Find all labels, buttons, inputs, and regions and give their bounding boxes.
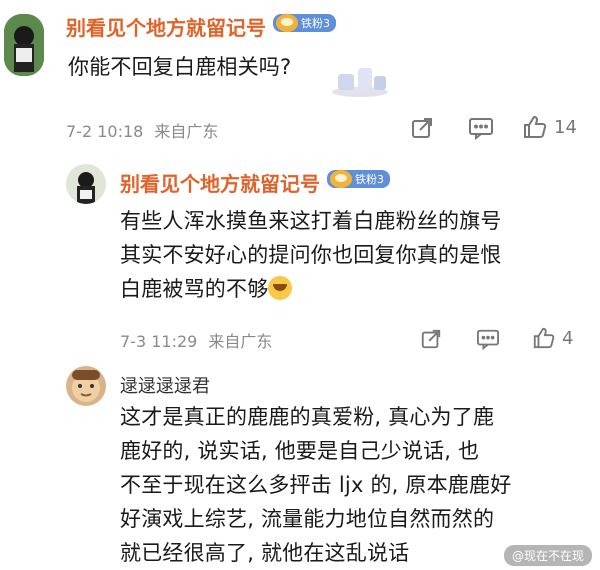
username[interactable]: 逯逯逯逯君: [120, 372, 210, 398]
watermark: @现在不在现: [503, 545, 592, 566]
comment-line: 白鹿被骂的不够: [120, 277, 269, 301]
comment-icon: [468, 116, 494, 140]
share-button[interactable]: [410, 116, 434, 140]
share-button[interactable]: [420, 328, 442, 350]
avatar[interactable]: [66, 366, 106, 406]
like-button[interactable]: 4: [532, 326, 573, 350]
comment-line: 好演戏上综艺, 流量能力地位自然而然的: [120, 507, 495, 531]
comment-text: 你能不回复白鹿相关吗?: [68, 55, 292, 79]
comment-meta: 7-3 11:29 来自广东: [120, 328, 272, 352]
crown-icon: [329, 170, 352, 188]
comment-line: 不至于现在这么多抨击 ljx 的, 原本鹿鹿好: [120, 473, 512, 497]
avatar-image: [4, 14, 44, 76]
timestamp: 7-3 11:29: [120, 332, 198, 351]
like-count: 14: [554, 116, 577, 138]
comment-text: 有些人浑水摸鱼来这打着白鹿粉丝的旗号 其实不安好心的提问你也回复你真的是恨 白鹿…: [120, 204, 590, 306]
comment-icon: [476, 328, 500, 350]
comment-line: 有些人浑水摸鱼来这打着白鹿粉丝的旗号: [120, 209, 502, 233]
username-text[interactable]: 别看见个地方就留记号: [66, 16, 266, 40]
thumbs-up-icon: [522, 114, 548, 140]
comment-line: 其实不安好心的提问你也回复你真的是恨: [120, 243, 502, 267]
username[interactable]: 别看见个地方就留记号 铁粉3: [66, 12, 336, 41]
avatar-image: [66, 164, 106, 204]
crown-icon: [275, 14, 298, 32]
like-count: 4: [562, 327, 574, 349]
username-text[interactable]: 别看见个地方就留记号: [120, 172, 320, 196]
fan-badge: 铁粉3: [326, 170, 390, 188]
avatar[interactable]: [4, 14, 44, 76]
avatar-image: [66, 366, 106, 406]
location: 来自广东: [154, 122, 219, 141]
badge-label: 铁粉3: [300, 17, 330, 30]
reply-button[interactable]: [476, 328, 500, 350]
avatar[interactable]: [66, 164, 106, 204]
like-button[interactable]: 14: [522, 114, 577, 140]
badge-label: 铁粉3: [354, 173, 384, 186]
location: 来自广东: [208, 332, 273, 351]
laughing-emoji-icon: [268, 276, 293, 300]
share-icon: [420, 328, 442, 350]
comment-meta: 7-2 10:18 来自广东: [66, 118, 218, 142]
comment-line: 鹿好的, 说实话, 他要是自己少说话, 也: [120, 439, 480, 463]
thumbs-up-icon: [532, 326, 556, 350]
comment-line: 这才是真正的鹿鹿的真爱粉, 真心为了鹿: [120, 405, 495, 429]
reply-button[interactable]: [468, 116, 494, 140]
sticker-image: [328, 62, 392, 98]
username[interactable]: 别看见个地方就留记号 铁粉3: [120, 168, 390, 197]
fan-badge: 铁粉3: [272, 14, 336, 32]
share-icon: [410, 116, 434, 140]
timestamp: 7-2 10:18: [66, 122, 144, 141]
